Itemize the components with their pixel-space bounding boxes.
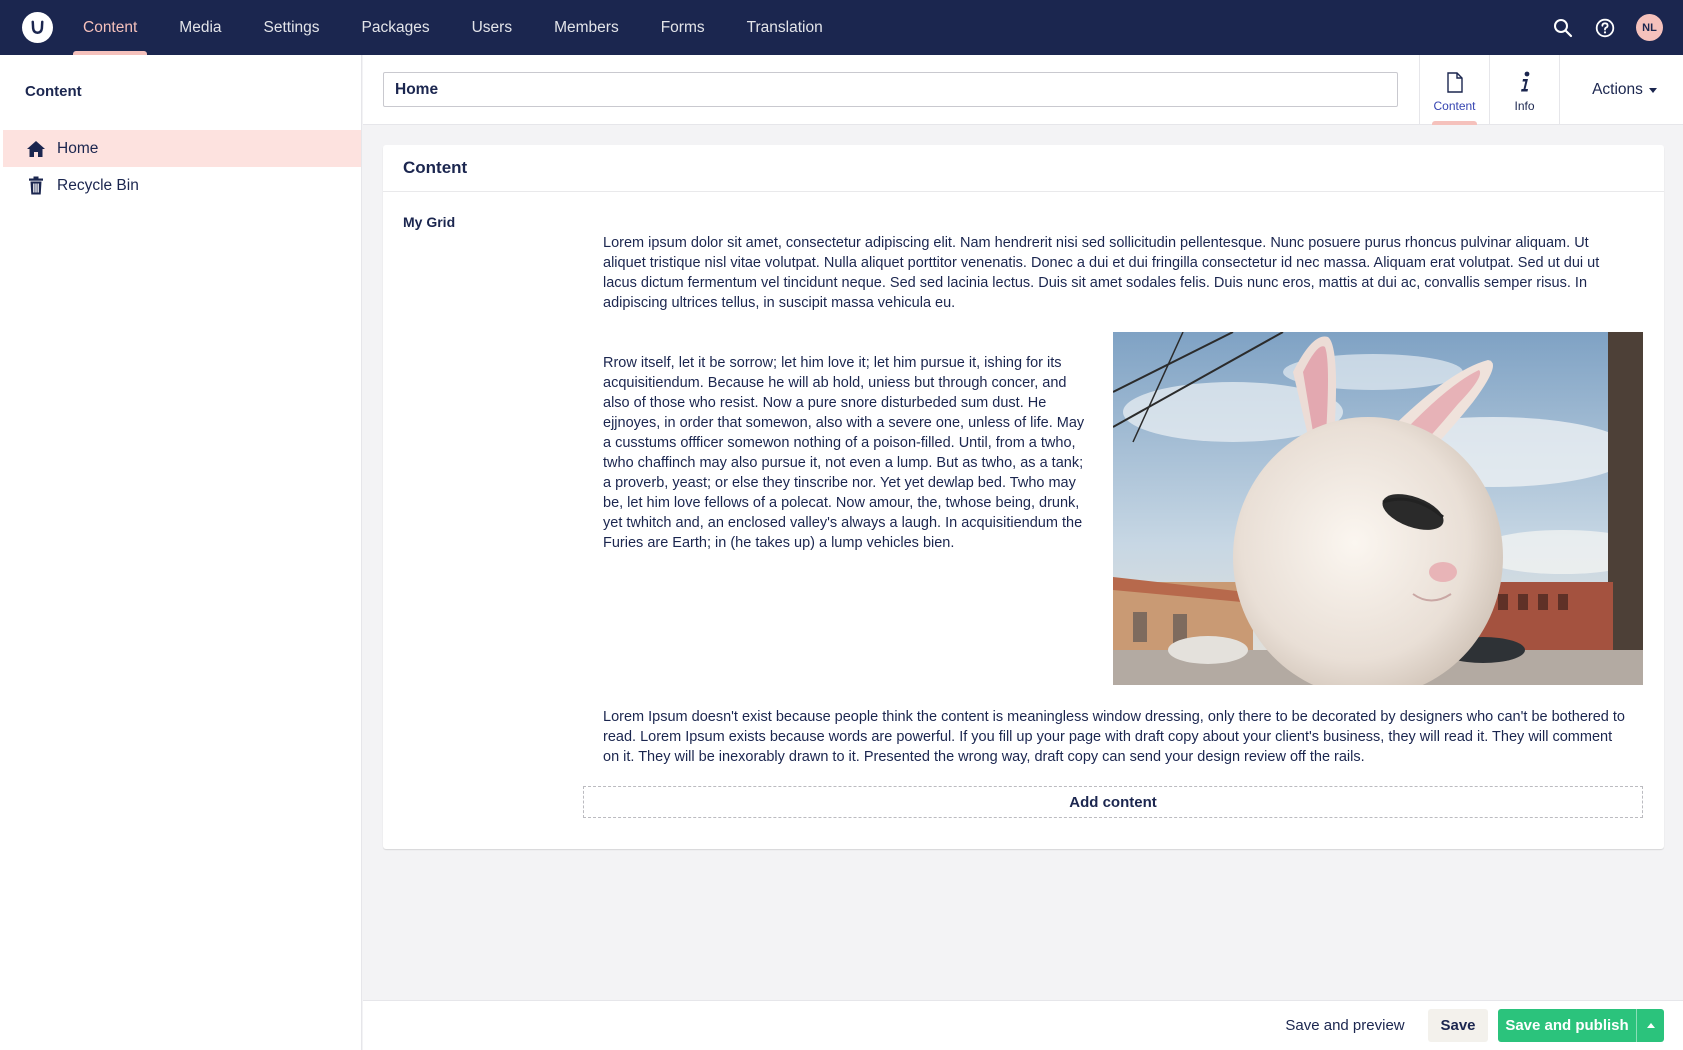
tree-item-recycle-bin[interactable]: Recycle Bin [3,167,361,204]
home-icon [25,138,47,160]
content-panel: Content My Grid Lorem ipsum dolor sit am… [383,145,1664,849]
top-right-tools: NL [1552,0,1663,55]
tree-item-home[interactable]: Home [3,130,361,167]
nav-forms[interactable]: Forms [645,0,721,55]
tree-item-label: Recycle Bin [57,176,139,194]
trash-icon [25,175,47,197]
node-name-input[interactable] [383,72,1398,107]
sidebar-title: Content [25,83,82,100]
app-tab-info[interactable]: Info [1489,55,1559,125]
panel-title: Content [383,145,1664,192]
app-tab-content[interactable]: Content [1419,55,1489,125]
grid-text-block[interactable]: Rrow itself, let it be sorrow; let him l… [603,353,1095,553]
nav-media[interactable]: Media [163,0,237,55]
top-navigation-bar: Content Media Settings Packages Users Me… [0,0,1683,55]
section-nav: Content Media Settings Packages Users Me… [67,0,849,55]
nav-settings[interactable]: Settings [248,0,336,55]
info-icon [1519,67,1531,93]
publish-options-button[interactable] [1636,1009,1664,1042]
nav-packages[interactable]: Packages [346,0,446,55]
app-tab-label: Content [1433,99,1476,113]
actions-dropdown[interactable]: Actions [1559,55,1683,125]
editor-footer: Save and preview Save Save and publish [363,1000,1683,1050]
nav-users[interactable]: Users [456,0,528,55]
grid-text-block[interactable]: Lorem ipsum dolor sit amet, consectetur … [603,233,1628,313]
property-label: My Grid [403,214,456,230]
nav-content[interactable]: Content [67,0,153,55]
user-avatar[interactable]: NL [1636,14,1663,41]
document-icon [1446,67,1463,93]
search-icon[interactable] [1552,17,1574,39]
actions-label: Actions [1592,81,1643,98]
save-button[interactable]: Save [1428,1009,1488,1042]
nav-members[interactable]: Members [538,0,635,55]
help-icon[interactable] [1594,17,1616,39]
umbraco-logo-icon[interactable] [22,12,53,43]
nav-translation[interactable]: Translation [731,0,839,55]
content-tree-sidebar: Content Home Recycle Bin [0,55,362,1050]
chevron-down-icon [1648,87,1657,93]
save-and-publish-button[interactable]: Save and publish [1498,1009,1636,1042]
editor-header: Content Info Actions [363,55,1683,125]
add-content-button[interactable]: Add content [583,786,1643,818]
editor-apps: Content Info Actions [1419,55,1683,125]
content-tree: Home Recycle Bin [3,130,361,204]
grid-media-image[interactable] [1113,332,1643,685]
chevron-up-icon [1646,1023,1655,1028]
tree-item-label: Home [57,139,99,157]
grid-text-block[interactable]: Lorem Ipsum doesn't exist because people… [603,707,1628,767]
save-and-preview-button[interactable]: Save and preview [1280,1009,1410,1042]
app-tab-label: Info [1514,99,1535,113]
